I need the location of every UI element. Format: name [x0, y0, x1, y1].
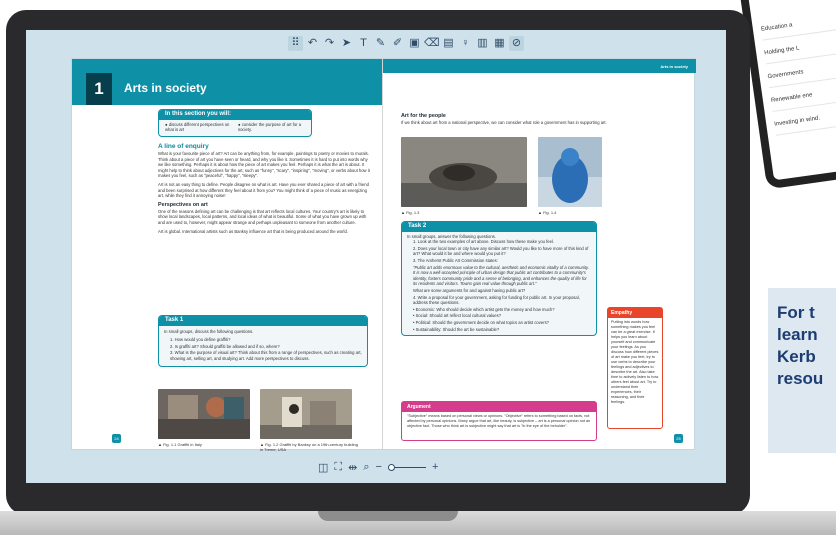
lightbulb-icon[interactable]: ♀	[458, 36, 473, 51]
note-icon[interactable]: ▤	[441, 36, 456, 51]
paragraph: Art is global. International artists suc…	[158, 228, 348, 234]
task2-item: 3. The Amherst Public Art Commission sta…	[413, 257, 498, 263]
hide-icon[interactable]: ⊘	[509, 35, 524, 51]
ebook-spread: Arts in society 1 Arts in society In thi…	[71, 58, 696, 452]
section-point: ● discuss different perspectives on what…	[165, 121, 230, 133]
view-controls: ◫ ⛶ ⇹ ⌕ − +	[318, 458, 468, 476]
task2-quote: "Public art adds enormous value to the c…	[413, 264, 589, 287]
delete-icon[interactable]: ▥	[475, 36, 490, 51]
task2-item: What are some arguments for and against …	[413, 287, 526, 293]
graffiti-italy-image	[158, 389, 250, 439]
task2-item: 1. Look at the two examples of art above…	[413, 239, 555, 245]
section-box-title: In this section you will:	[159, 110, 311, 120]
task1-intro: In small groups, discuss the following q…	[164, 328, 254, 334]
promo-line: learn	[777, 325, 818, 344]
task2-item: • Sustainability: Should the art be sust…	[413, 326, 500, 332]
heading-perspectives: Perspectives on art	[158, 201, 208, 208]
argument-text: "Subjective" means based on personal vie…	[407, 414, 591, 428]
task2-box: Task 2 In small groups, answer the follo…	[401, 221, 597, 337]
redo-icon[interactable]: ↷	[322, 36, 337, 51]
task1-item: 3. What is the purpose of visual art? Th…	[170, 350, 362, 361]
paragraph: If we think about art from a national pe…	[401, 120, 607, 125]
right-intro: Art for the people If we think about art…	[401, 113, 611, 126]
zoom-select-icon[interactable]: ⌕	[363, 461, 369, 474]
figure-caption: ▲ Fig. 1.3	[401, 210, 420, 215]
promo-line: Kerb	[777, 347, 816, 366]
single-page-icon[interactable]: ◫	[318, 461, 328, 474]
eraser-icon[interactable]: ⌫	[424, 36, 440, 51]
heading-art-for-people: Art for the people	[401, 113, 446, 119]
task2-title: Task 2	[402, 222, 596, 232]
task1-item: 1. How would you define graffiti?	[170, 337, 231, 343]
public-sculpture-image	[401, 137, 527, 207]
figure-caption: ▲ Fig. 1.1 Graffiti in Italy	[158, 442, 202, 447]
empathy-box: Empathy Putting into words how something…	[607, 307, 663, 429]
highlighter-icon[interactable]: ✐	[390, 36, 405, 51]
scene: Education a Holding the L Governments Re…	[0, 0, 836, 535]
section-point: ● consider the purpose of art for a soci…	[238, 121, 302, 133]
task2-item: • Economic: Who should decide which arti…	[413, 306, 555, 312]
task2-item: 2. Does your local town or city have any…	[413, 245, 589, 257]
promo-line: resou	[777, 369, 824, 388]
promo-line: For t	[777, 303, 815, 322]
tablet-screen: Education a Holding the L Governments Re…	[747, 0, 836, 181]
banksy-image	[260, 389, 352, 439]
page-number: 24	[112, 434, 121, 443]
chapter-banner: 1 Arts in society	[72, 73, 382, 105]
chapter-title: Arts in society	[124, 81, 207, 95]
task2-item: 4. Write a proposal for your government,…	[413, 294, 580, 306]
drag-icon[interactable]: ⠿	[288, 35, 303, 51]
pointer-icon[interactable]: ➤	[339, 36, 354, 51]
annotation-toolbar: ⠿ ↶ ↷ ➤ T ✎ ✐ ▣ ⌫ ▤ ♀ ▥ ▦ ⊘	[270, 33, 542, 53]
task1-box: Task 1 In small groups, discuss the foll…	[158, 315, 368, 367]
zoom-slider[interactable]	[387, 463, 426, 471]
zoom-out-button[interactable]: −	[376, 461, 382, 473]
page-number: 25	[674, 434, 683, 443]
running-header: Arts in society	[388, 59, 696, 73]
paragraph: What is your favourite piece of art? Art…	[158, 151, 370, 179]
zoom-slider-handle[interactable]	[387, 463, 395, 471]
clear-icon[interactable]: ▦	[492, 36, 507, 51]
chapter-number: 1	[86, 73, 112, 105]
task1-title: Task 1	[159, 316, 367, 326]
paragraph: One of the reasons defining art can be c…	[158, 208, 367, 225]
figure-caption: ▲ Fig. 1.2 Graffiti by Banksy on a 19th-…	[260, 442, 358, 452]
section-box: In this section you will: ● discuss diff…	[158, 109, 312, 137]
zoom-in-button[interactable]: +	[432, 461, 438, 473]
book-spine	[382, 59, 383, 449]
fit-width-icon[interactable]: ⇹	[348, 461, 357, 474]
tablet-device: Education a Holding the L Governments Re…	[738, 0, 836, 190]
argument-title: Argument	[402, 402, 596, 412]
laptop-screen: ⠿ ↶ ↷ ➤ T ✎ ✐ ▣ ⌫ ▤ ♀ ▥ ▦ ⊘ Arts in soci…	[26, 30, 726, 483]
heading-line-of-enquiry: A line of enquiry	[158, 143, 209, 150]
fullscreen-icon[interactable]: ⛶	[334, 461, 342, 474]
argument-box: Argument "Subjective" means based on per…	[401, 401, 597, 441]
undo-icon[interactable]: ↶	[305, 36, 320, 51]
empathy-title: Empathy	[608, 308, 662, 318]
text-tool-icon[interactable]: T	[356, 36, 371, 51]
left-body-text: A line of enquiry What is your favourite…	[158, 143, 374, 237]
empathy-text: Putting into words how something makes y…	[611, 320, 659, 404]
task1-item: 2. Is graffiti art? Should graffiti be a…	[170, 343, 280, 349]
image-icon[interactable]: ▣	[407, 36, 422, 51]
blue-bear-image	[538, 137, 602, 207]
promo-panel: For t learn Kerb resou	[768, 288, 836, 453]
paragraph: Art is not an easy thing to define. Peop…	[158, 181, 369, 199]
task2-item: • Political: Should the government decid…	[413, 319, 550, 325]
figure-caption: ▲ Fig. 1.4	[538, 210, 557, 215]
pen-icon[interactable]: ✎	[373, 36, 388, 51]
task2-item: • Social: Should art reflect local cultu…	[413, 313, 502, 319]
laptop-notch	[318, 511, 458, 521]
